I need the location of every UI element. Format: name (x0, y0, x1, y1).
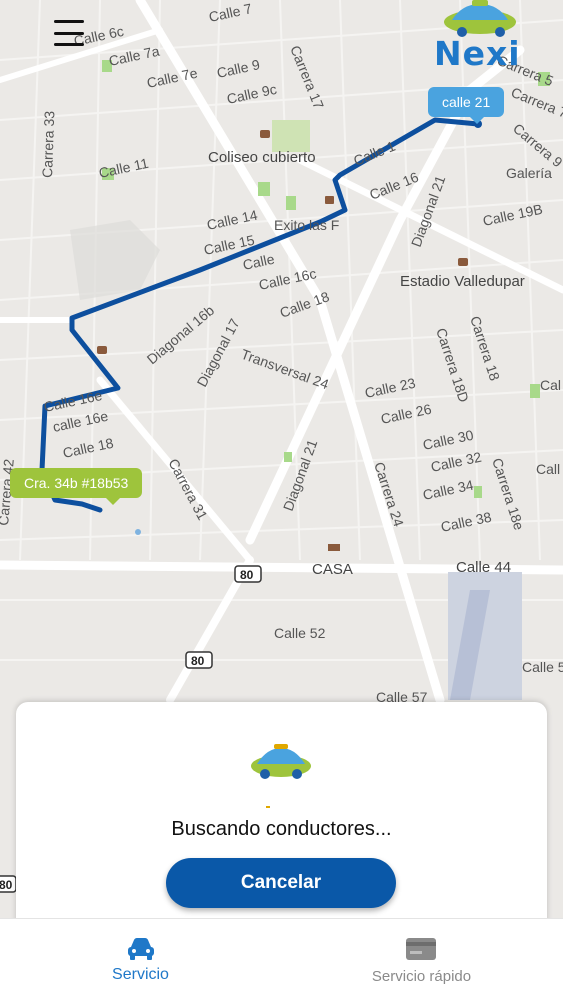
nav-label-servicio-rapido: Servicio rápido (371, 968, 472, 985)
hamburger-line (54, 20, 84, 23)
svg-text:80: 80 (0, 878, 13, 892)
brand-name: Nexi (434, 34, 521, 73)
svg-text:CASA: CASA (312, 561, 353, 578)
nav-label-servicio: Servicio (112, 966, 169, 983)
search-panel: Buscando conductores... Cancelar (16, 702, 547, 942)
nav-item-servicio[interactable]: Servicio (0, 919, 281, 1001)
svg-text:Galería: Galería (506, 165, 552, 181)
taxi-car-icon (251, 744, 311, 779)
cancel-button[interactable]: Cancelar (166, 858, 396, 908)
loading-indicator (266, 806, 270, 808)
svg-text:Calle 44: Calle 44 (456, 559, 511, 576)
origin-tag[interactable]: Cra. 34b #18b53 (10, 468, 143, 505)
svg-text:Calle 52: Calle 52 (274, 625, 326, 641)
bottom-nav: Servicio Servicio rápido (0, 918, 563, 1001)
svg-text:Exito las F: Exito las F (274, 217, 339, 233)
hamburger-line (54, 43, 84, 46)
car-icon (128, 938, 154, 960)
svg-text:Coliseo cubierto: Coliseo cubierto (208, 149, 316, 166)
menu-button[interactable] (50, 18, 88, 48)
hamburger-line (54, 31, 84, 35)
brand-logo: Nexi (428, 0, 524, 73)
svg-text:Estadio Valledupar: Estadio Valledupar (400, 273, 525, 290)
nav-item-servicio-rapido[interactable]: Servicio rápido (281, 919, 562, 1001)
card-icon (406, 938, 436, 960)
svg-text:Calle 5: Calle 5 (522, 659, 563, 675)
destination-tag[interactable]: calle 21 (428, 87, 505, 124)
svg-text:80: 80 (191, 654, 205, 668)
svg-text:Carrera 33: Carrera 33 (39, 110, 57, 178)
svg-text:Call: Call (536, 461, 560, 477)
svg-text:80: 80 (240, 568, 254, 582)
svg-text:Cal: Cal (540, 377, 561, 393)
search-status-text: Buscando conductores... (171, 818, 392, 840)
